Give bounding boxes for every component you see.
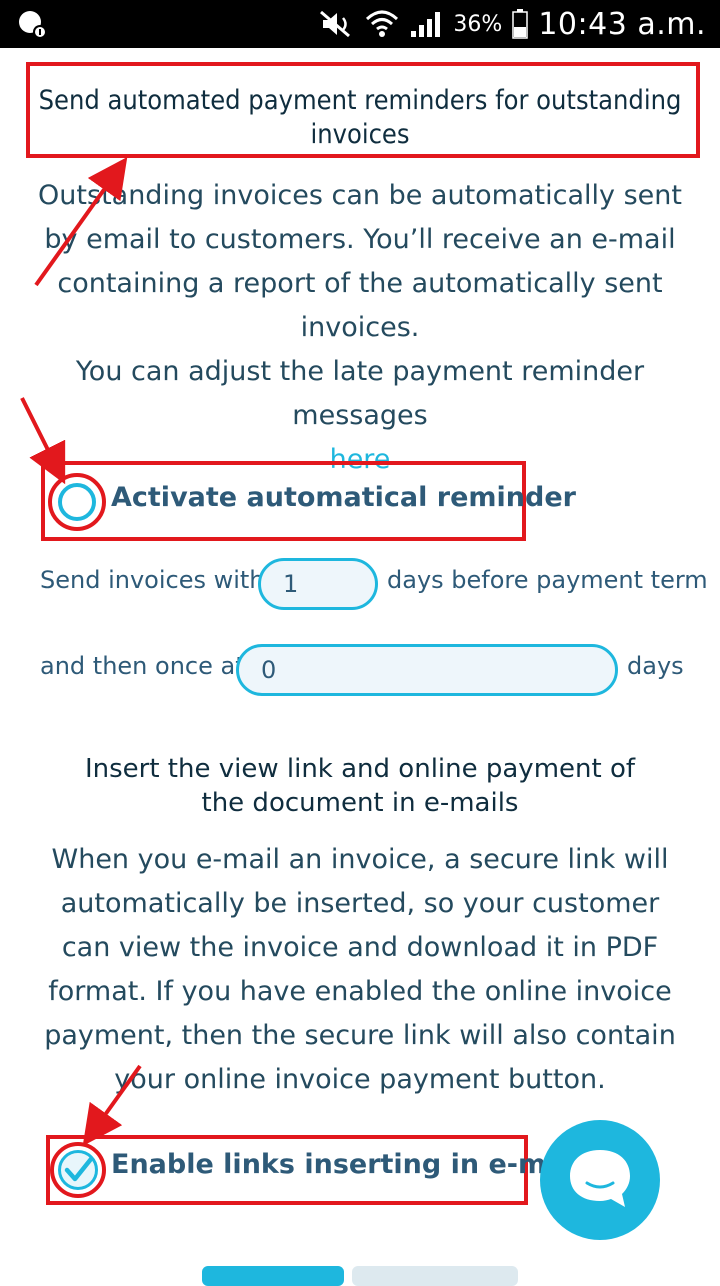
battery-icon	[512, 9, 529, 39]
clock: 10:43 a.m.	[538, 6, 706, 42]
wifi-icon	[366, 10, 399, 37]
then-once-label: and then once at	[40, 652, 245, 680]
days-before-suffix: days before payment term	[387, 566, 708, 594]
annotation-box-title	[26, 62, 700, 158]
chat-button[interactable]	[540, 1120, 660, 1240]
send-invoices-label: Send invoices with	[40, 566, 265, 594]
save-button-partial[interactable]	[202, 1266, 344, 1286]
then-once-days-input[interactable]: 0	[236, 644, 618, 696]
enable-links-label[interactable]: Enable links inserting in e-mails	[111, 1149, 599, 1180]
chat-icon	[570, 1150, 630, 1207]
annotation-circle-enable	[50, 1142, 106, 1198]
links-description: When you e-mail an invoice, a secure lin…	[44, 844, 676, 1095]
status-notification-icon	[19, 11, 47, 39]
reminders-description: Outstanding invoices can be automaticall…	[38, 180, 682, 343]
mute-icon	[320, 10, 351, 38]
then-once-suffix: days	[627, 652, 684, 680]
links-title: Insert the view link and online payment …	[84, 754, 636, 818]
annotation-circle-activate	[48, 473, 106, 531]
activate-reminder-label[interactable]: Activate automatical reminder	[111, 482, 576, 513]
status-bar: 36% 10:43 a.m.	[0, 0, 720, 48]
cancel-button-partial[interactable]	[352, 1266, 518, 1286]
reminders-description-block: Outstanding invoices can be automaticall…	[0, 174, 720, 482]
adjust-reminder-text: You can adjust the late payment reminder…	[75, 356, 645, 431]
days-before-input[interactable]: 1	[258, 558, 378, 610]
battery-percent: 36%	[453, 11, 503, 37]
signal-icon	[411, 12, 441, 37]
